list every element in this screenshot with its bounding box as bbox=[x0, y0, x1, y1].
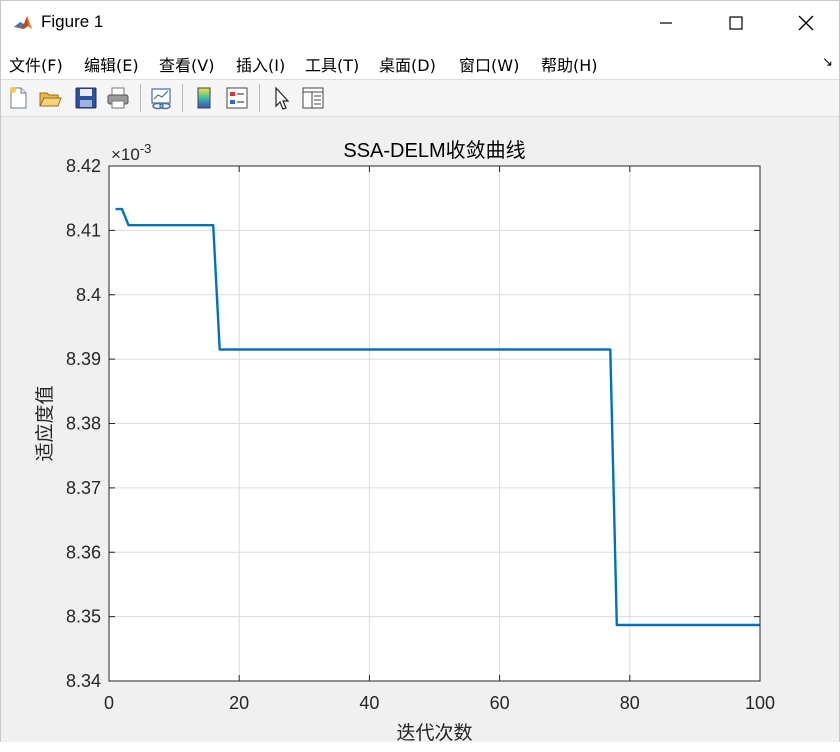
y-axis-label: 适应度值 bbox=[34, 385, 56, 461]
menu-tools[interactable]: 工具(T) bbox=[305, 52, 359, 76]
colorbar-icon[interactable] bbox=[191, 85, 217, 111]
legend-icon[interactable] bbox=[224, 85, 250, 111]
y-tick-label: 8.35 bbox=[66, 607, 101, 627]
exponent-power: -3 bbox=[140, 141, 152, 156]
link-plot-icon[interactable] bbox=[148, 85, 174, 111]
property-inspector-icon[interactable] bbox=[300, 85, 326, 111]
window-title: Figure 1 bbox=[41, 12, 104, 31]
menu-desktop[interactable]: 桌面(D) bbox=[379, 52, 436, 76]
title-bar: Figure 1 bbox=[1, 1, 839, 45]
pointer-icon[interactable] bbox=[268, 85, 294, 111]
maximize-icon bbox=[729, 16, 743, 30]
menu-bar: 文件(F) 编辑(E) 查看(V) 插入(I) 工具(T) 桌面(D) 窗口(W… bbox=[1, 45, 839, 79]
save-icon[interactable] bbox=[73, 85, 99, 111]
close-icon bbox=[798, 15, 814, 31]
minimize-icon bbox=[660, 22, 672, 24]
y-tick-label: 8.36 bbox=[66, 542, 101, 562]
minimize-button[interactable] bbox=[631, 1, 701, 45]
toolbar bbox=[1, 79, 839, 117]
x-tick-label: 80 bbox=[620, 693, 640, 713]
convergence-chart: 0 20 40 60 80 100 8.34 8.35 8.36 8.37 8.38 8.39 8.4 8… bbox=[34, 139, 775, 744]
toolbar-separator bbox=[182, 84, 183, 112]
new-figure-icon[interactable] bbox=[5, 85, 31, 111]
maximize-button[interactable] bbox=[701, 1, 771, 45]
toolbar-separator bbox=[140, 84, 141, 112]
x-tick-label: 0 bbox=[104, 693, 114, 713]
y-tick-label: 8.39 bbox=[66, 349, 101, 369]
chart-title: SSA-DELM收敛曲线 bbox=[343, 139, 525, 162]
toolbar-separator bbox=[259, 84, 260, 112]
y-tick-label: 8.34 bbox=[66, 671, 101, 691]
x-tick-label: 60 bbox=[490, 693, 510, 713]
y-axis-exponent: ×10-3 bbox=[111, 141, 151, 164]
x-axis-label: 迭代次数 bbox=[396, 722, 472, 743]
y-tick-label: 8.4 bbox=[76, 285, 101, 305]
open-file-icon[interactable] bbox=[37, 85, 63, 111]
matlab-logo-icon bbox=[13, 13, 33, 33]
menu-window[interactable]: 窗口(W) bbox=[459, 52, 519, 76]
menu-edit[interactable]: 编辑(E) bbox=[84, 52, 139, 76]
y-tick-label: 8.37 bbox=[66, 478, 101, 498]
corner-arrow-icon[interactable]: ↘ bbox=[822, 55, 833, 70]
y-tick-label: 8.38 bbox=[66, 414, 101, 434]
background-strip bbox=[0, 742, 840, 752]
menu-view[interactable]: 查看(V) bbox=[159, 52, 214, 76]
menu-help[interactable]: 帮助(H) bbox=[541, 52, 598, 76]
print-icon[interactable] bbox=[105, 85, 131, 111]
x-tick-label: 100 bbox=[745, 693, 775, 713]
figure-window: Figure 1 文件(F) 编辑(E) 查看(V) 插入(I) 工具(T) 桌… bbox=[0, 0, 840, 744]
x-tick-label: 20 bbox=[229, 693, 249, 713]
exponent-base: ×10 bbox=[111, 145, 140, 164]
menu-insert[interactable]: 插入(I) bbox=[236, 52, 285, 76]
y-tick-label: 8.41 bbox=[66, 220, 101, 240]
x-tick-label: 40 bbox=[359, 693, 379, 713]
y-tick-label: 8.42 bbox=[66, 156, 101, 176]
menu-file[interactable]: 文件(F) bbox=[9, 52, 63, 76]
figure-canvas: 0 20 40 60 80 100 8.34 8.35 8.36 8.37 8.38 8.39 8.4 8… bbox=[1, 118, 839, 744]
close-button[interactable] bbox=[771, 1, 840, 45]
